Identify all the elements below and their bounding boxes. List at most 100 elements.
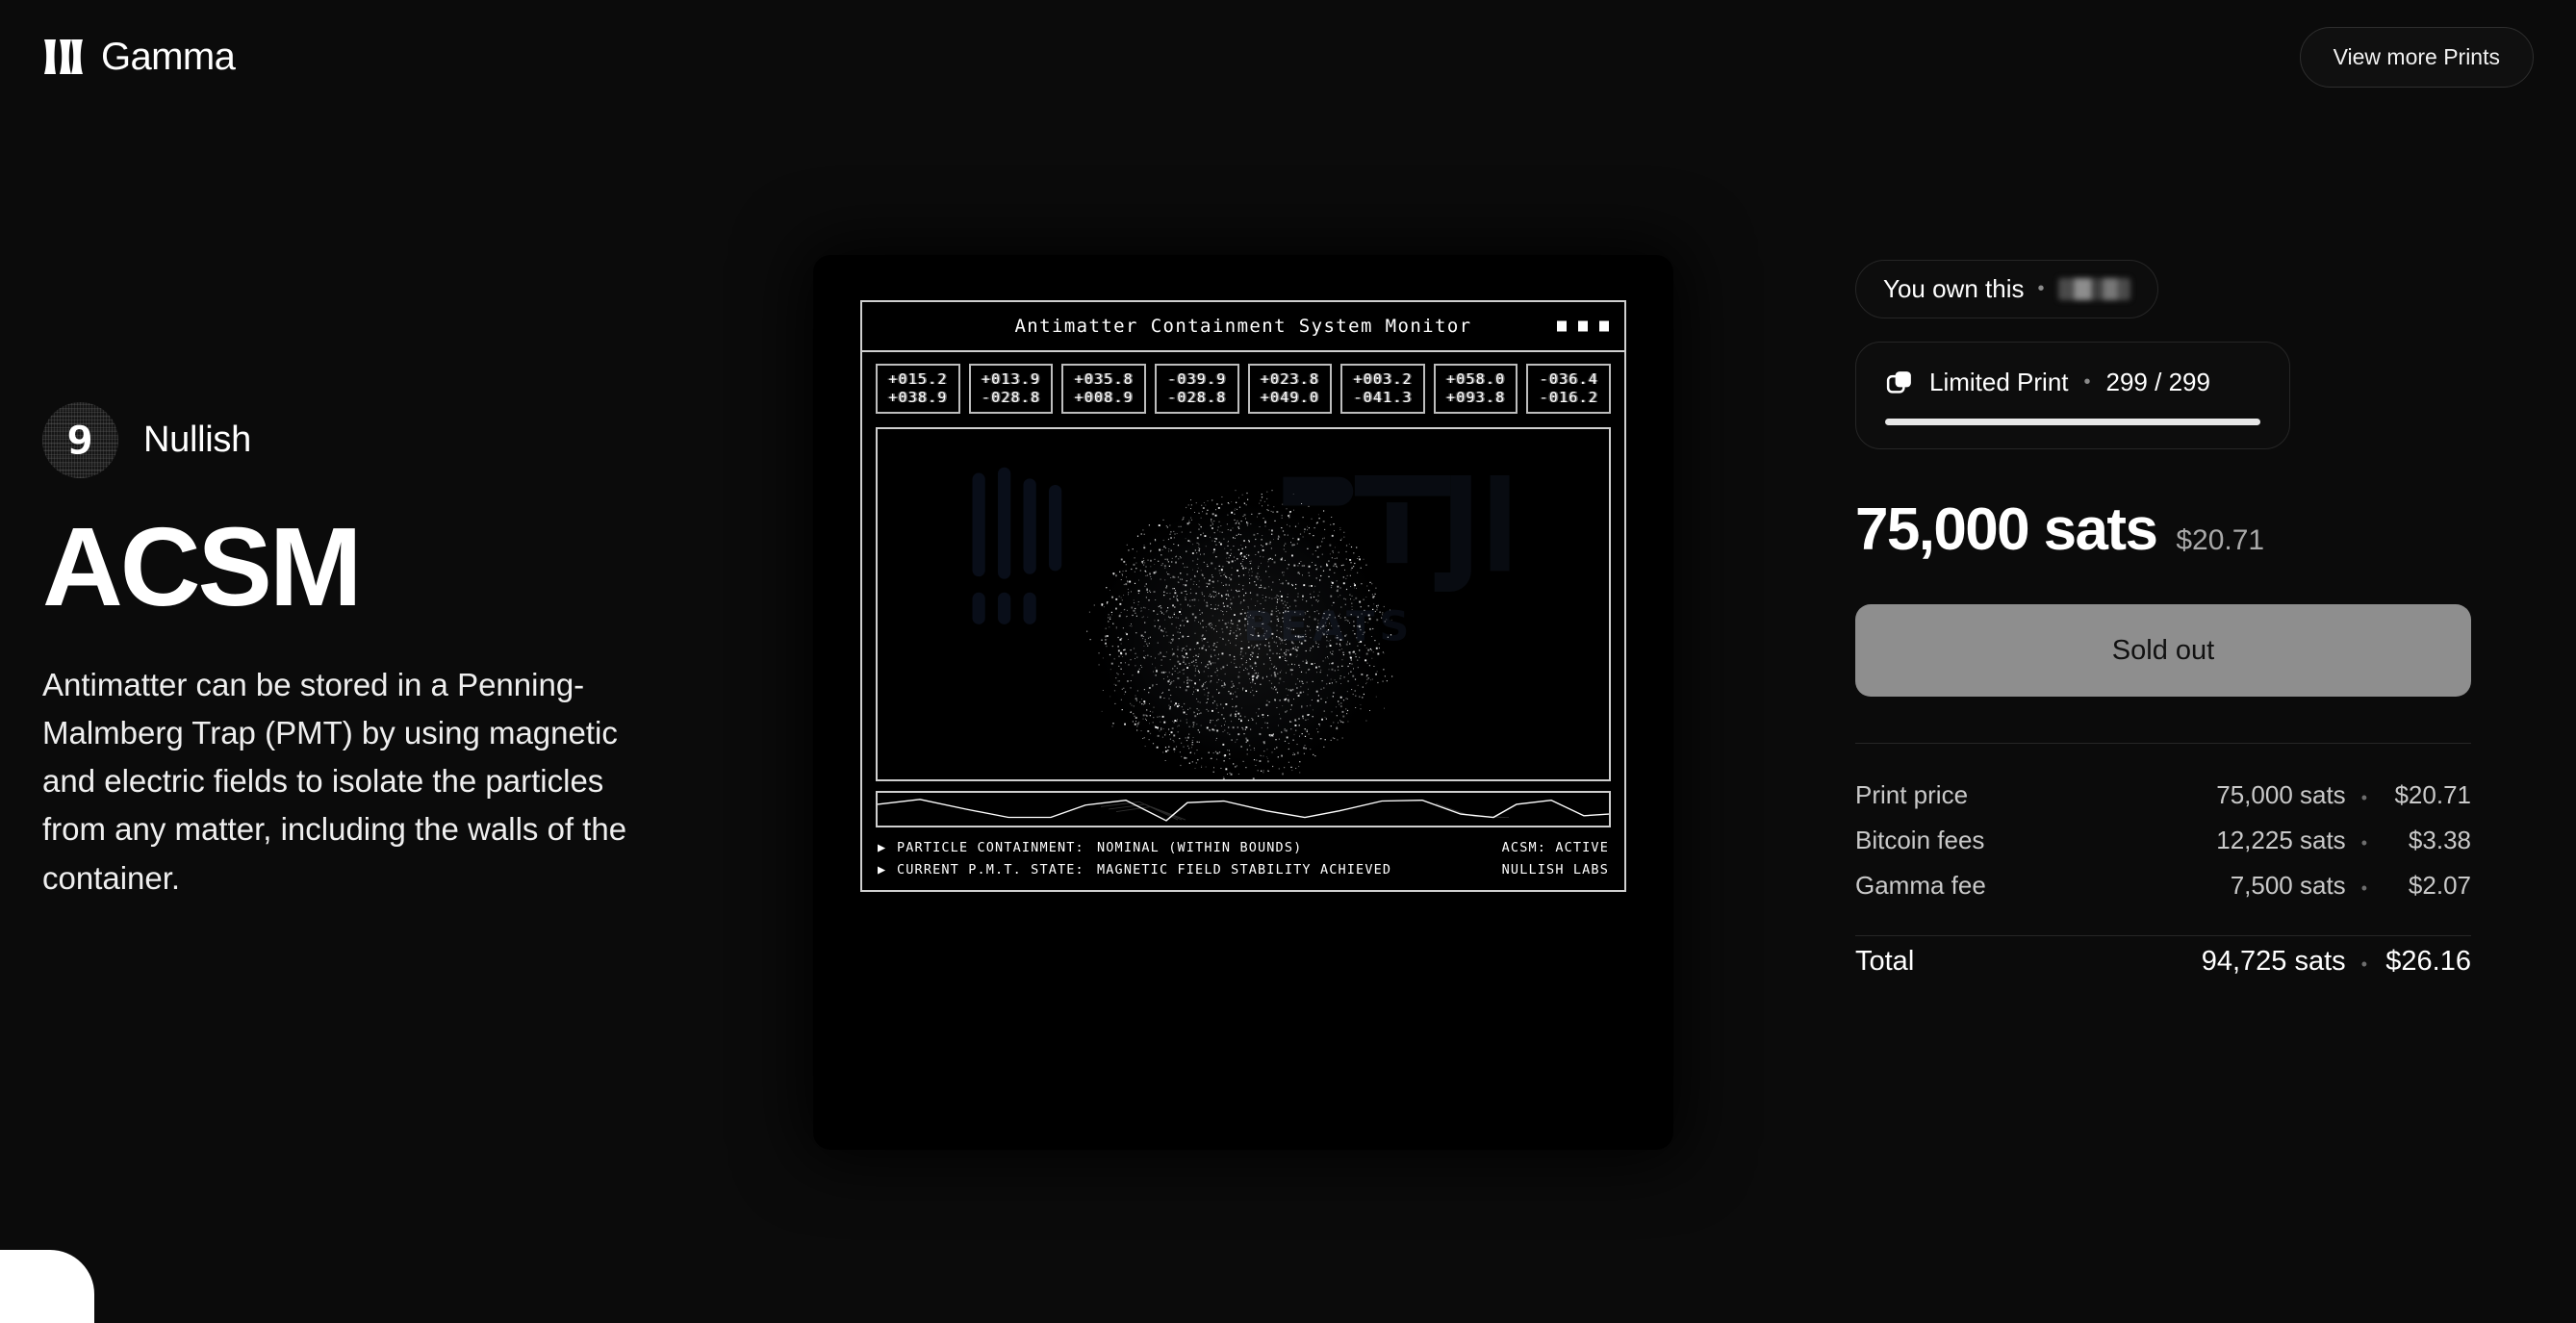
- status-right: NULLISH LABS: [1501, 861, 1609, 878]
- status-right: ACSM: ACTIVE: [1501, 840, 1609, 856]
- status-key: CURRENT P.M.T. STATE:: [897, 861, 1084, 878]
- particle-plot-area: BEATS: [876, 427, 1611, 782]
- total-values: 94,725 sats • $26.16: [2202, 946, 2471, 978]
- readout-box: -039.9 -028.8: [1154, 364, 1239, 415]
- brand[interactable]: Gamma: [42, 35, 236, 79]
- total-usd: $26.16: [2385, 946, 2471, 977]
- price-usd: $20.71: [2176, 524, 2265, 556]
- separator-dot: •: [2360, 788, 2367, 807]
- gamma-hourglass-logo-icon: [44, 39, 83, 74]
- terminal-indicator-squares: [1557, 320, 1609, 332]
- readout-top: +035.8: [1074, 370, 1134, 388]
- readout-bottom: +038.9: [888, 388, 948, 406]
- readout-box: +013.9 -028.8: [968, 364, 1054, 415]
- terminal-status-block: ▶ PARTICLE CONTAINMENT: NOMINAL (WITHIN …: [862, 827, 1624, 890]
- ownership-badge[interactable]: You own this •: [1855, 260, 2158, 318]
- supply-progress-fill: [1885, 419, 2260, 425]
- readout-box: +015.2 +038.9: [876, 364, 960, 415]
- readout-bottom: -028.8: [981, 388, 1041, 406]
- status-line: ▶ CURRENT P.M.T. STATE: MAGNETIC FIELD S…: [878, 859, 1609, 880]
- supply-progress-bar: [1885, 419, 2260, 425]
- fee-sats: 12,225 sats: [2216, 826, 2346, 854]
- limited-print-card: Limited Print • 299 / 299: [1855, 342, 2290, 449]
- purchase-panel: You own this • Limited Print • 299 / 299…: [1855, 260, 2471, 978]
- fee-usd: $3.38: [2408, 826, 2471, 854]
- limited-print-label: Limited Print: [1929, 368, 2069, 396]
- terminal-title-bar: Antimatter Containment System Monitor: [862, 302, 1624, 352]
- separator-dot: •: [2360, 954, 2367, 974]
- status-arrow-icon: ▶: [878, 861, 887, 878]
- readout-bottom: +008.9: [1074, 388, 1134, 406]
- readout-box: +023.8 +049.0: [1247, 364, 1333, 415]
- readout-top: +003.2: [1353, 370, 1413, 388]
- readout-top: +015.2: [888, 370, 948, 388]
- separator-dot: •: [2037, 278, 2045, 299]
- total-label: Total: [1855, 946, 1915, 977]
- page-header: Gamma View more Prints: [0, 0, 2576, 114]
- owner-name-blurred: [2057, 278, 2130, 300]
- readout-bottom: +093.8: [1445, 388, 1506, 406]
- antimatter-particle-cloud: [1086, 490, 1395, 780]
- readout-box: +058.0 +093.8: [1433, 364, 1518, 415]
- total-sats: 94,725 sats: [2201, 946, 2346, 977]
- sold-out-button[interactable]: Sold out: [1855, 604, 2471, 697]
- readout-bottom: -041.3: [1353, 388, 1413, 406]
- readout-top: +013.9: [981, 370, 1041, 388]
- fee-sats: 75,000 sats: [2216, 780, 2346, 809]
- price-row: 75,000 sats $20.71: [1855, 496, 2471, 564]
- artwork-info-column: 9 Nullish ACSM Antimatter can be stored …: [42, 402, 716, 903]
- limited-print-count: 299 / 299: [2105, 368, 2210, 396]
- fee-label: Gamma fee: [1855, 871, 1986, 900]
- creator-name: Nullish: [143, 420, 251, 460]
- readout-bottom: -028.8: [1166, 388, 1227, 406]
- status-value: NOMINAL (WITHIN BOUNDS): [1097, 840, 1303, 856]
- fee-usd: $20.71: [2394, 780, 2471, 809]
- artwork-frame[interactable]: Antimatter Containment System Monitor +0…: [813, 255, 1673, 1150]
- waveform-strip: [876, 791, 1611, 828]
- readout-top: -036.4: [1539, 370, 1598, 388]
- fee-row: Bitcoin fees 12,225 sats • $3.38: [1855, 818, 2471, 863]
- readout-top: +058.0: [1445, 370, 1506, 388]
- fee-values: 7,500 sats • $2.07: [2231, 871, 2471, 901]
- ownership-label: You own this: [1883, 274, 2025, 303]
- avatar: 9: [42, 402, 118, 478]
- copies-icon: [1886, 370, 1911, 394]
- separator-dot: •: [2360, 833, 2367, 852]
- fee-values: 75,000 sats • $20.71: [2216, 780, 2471, 810]
- indicator-square: [1599, 320, 1609, 332]
- status-line: ▶ PARTICLE CONTAINMENT: NOMINAL (WITHIN …: [878, 837, 1609, 858]
- fee-row: Gamma fee 7,500 sats • $2.07: [1855, 863, 2471, 908]
- price-sats: 75,000 sats: [1855, 496, 2158, 563]
- status-value: MAGNETIC FIELD STABILITY ACHIEVED: [1097, 861, 1392, 878]
- readout-box: +003.2 -041.3: [1340, 364, 1425, 415]
- fee-label: Print price: [1855, 780, 1969, 809]
- status-arrow-icon: ▶: [878, 840, 887, 856]
- page-title: ACSM: [42, 504, 363, 629]
- separator-dot: •: [2083, 371, 2091, 393]
- terminal-artwork: Antimatter Containment System Monitor +0…: [860, 300, 1626, 892]
- avatar-glyph: 9: [66, 418, 94, 463]
- status-key: PARTICLE CONTAINMENT:: [897, 840, 1084, 856]
- indicator-square: [1578, 320, 1588, 332]
- readout-top: -039.9: [1166, 370, 1227, 388]
- waveform-graph: [876, 791, 1611, 828]
- fee-usd: $2.07: [2408, 871, 2471, 900]
- limited-print-row: Limited Print • 299 / 299: [1885, 368, 2260, 397]
- readout-top: +023.8: [1260, 370, 1319, 388]
- separator-dot: •: [2360, 878, 2367, 898]
- creator-row[interactable]: 9 Nullish: [42, 402, 716, 478]
- total-row: Total 94,725 sats • $26.16: [1855, 936, 2471, 978]
- fee-label: Bitcoin fees: [1855, 826, 1985, 854]
- terminal-title: Antimatter Containment System Monitor: [1014, 316, 1472, 337]
- readout-bottom: +049.0: [1260, 388, 1319, 406]
- corner-decoration: [0, 1250, 94, 1323]
- readout-box: -036.4 -016.2: [1526, 364, 1611, 415]
- indicator-square: [1557, 320, 1567, 332]
- fee-sats: 7,500 sats: [2230, 871, 2346, 900]
- fee-breakdown: Print price 75,000 sats • $20.71 Bitcoin…: [1855, 773, 2471, 978]
- readout-box: +035.8 +008.9: [1061, 364, 1146, 415]
- divider: [1855, 743, 2471, 744]
- readout-bottom: -016.2: [1539, 388, 1598, 406]
- brand-name: Gamma: [101, 35, 236, 78]
- view-more-prints-button[interactable]: View more Prints: [2299, 26, 2534, 88]
